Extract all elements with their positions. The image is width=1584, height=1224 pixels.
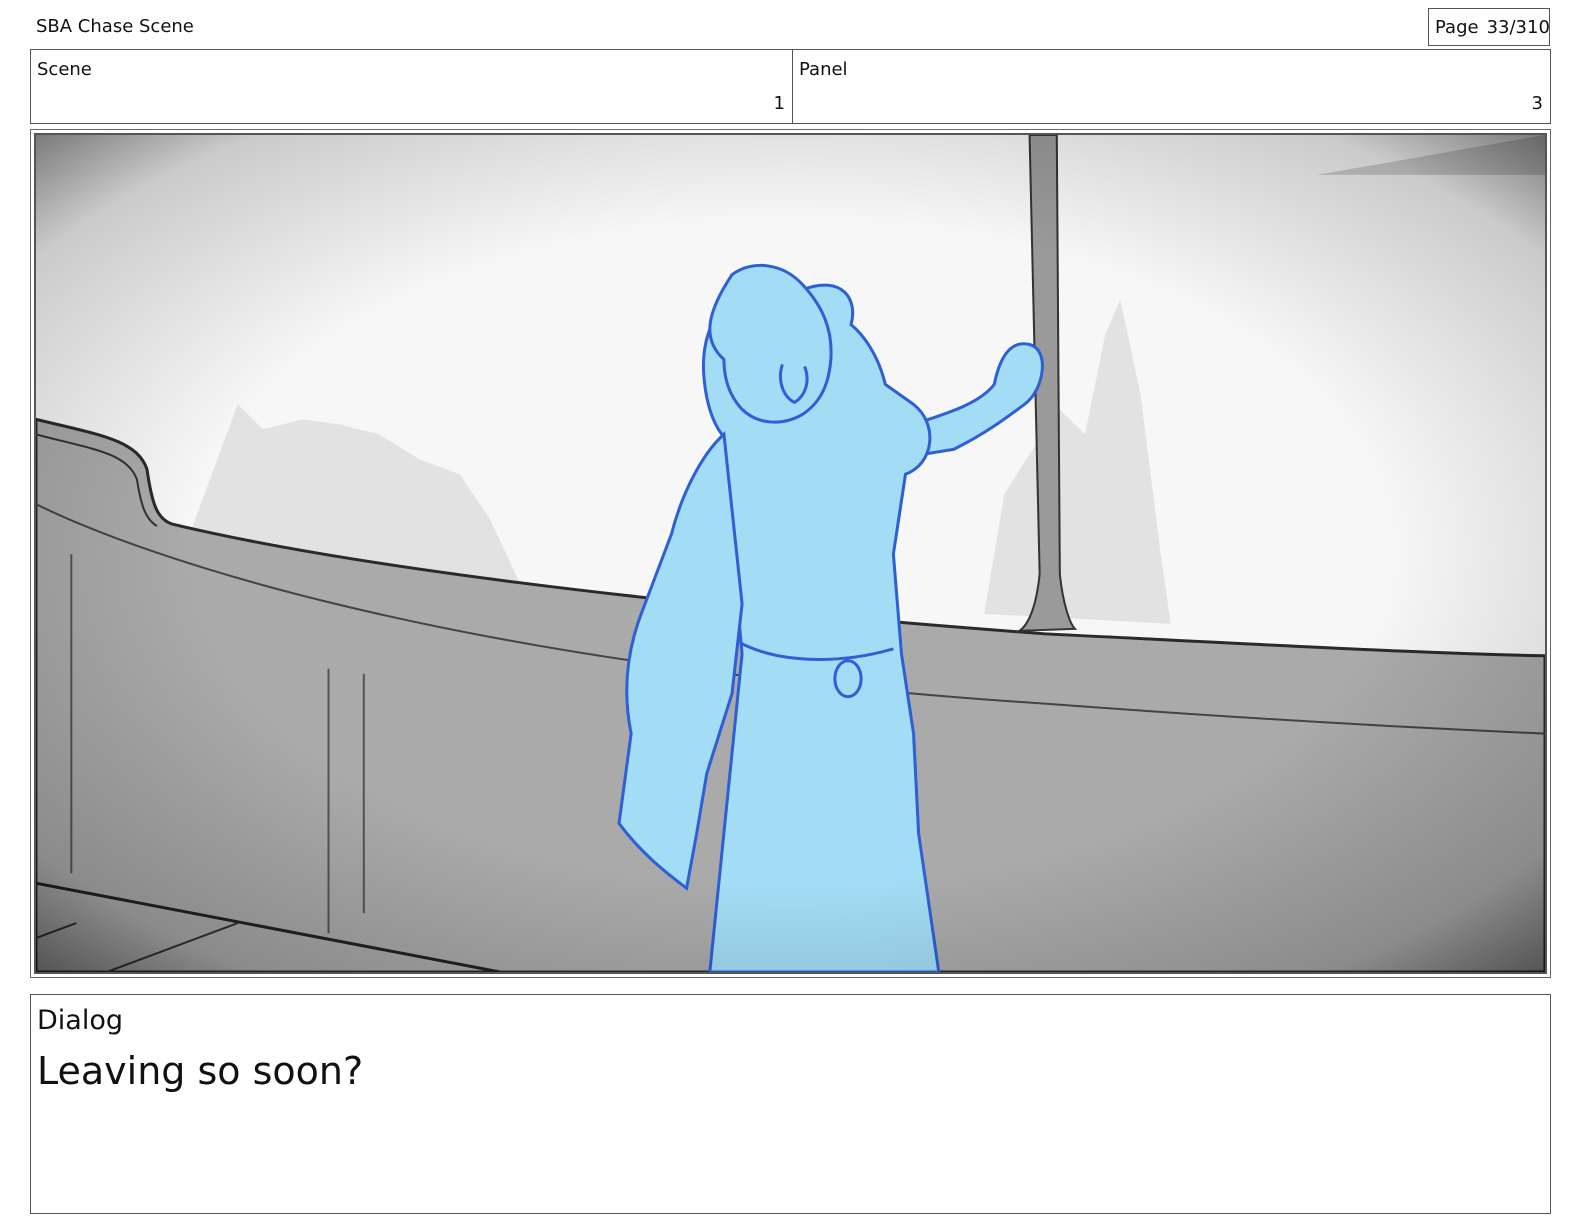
page-number: 33/310	[1486, 16, 1550, 38]
project-title: SBA Chase Scene	[36, 16, 194, 37]
panel-number: 3	[1531, 93, 1543, 114]
ship-deck-sketch	[36, 135, 1545, 972]
scene-number: 1	[773, 93, 785, 114]
storyboard-frame	[30, 129, 1551, 978]
dialog-box: Dialog Leaving so soon?	[30, 994, 1551, 1214]
panel-info-row: Scene 1 Panel 3	[30, 49, 1551, 124]
dialog-label: Dialog	[37, 1005, 123, 1036]
scene-label: Scene	[37, 59, 92, 80]
dialog-text: Leaving so soon?	[37, 1049, 364, 1093]
page-indicator: Page 33/310	[1428, 8, 1550, 46]
storyboard-drawing	[34, 133, 1547, 974]
panel-label: Panel	[799, 59, 848, 80]
vignette	[36, 135, 1545, 972]
scene-cell: Scene 1	[31, 50, 793, 123]
panel-cell: Panel 3	[793, 50, 1550, 123]
page-label: Page	[1435, 16, 1479, 38]
